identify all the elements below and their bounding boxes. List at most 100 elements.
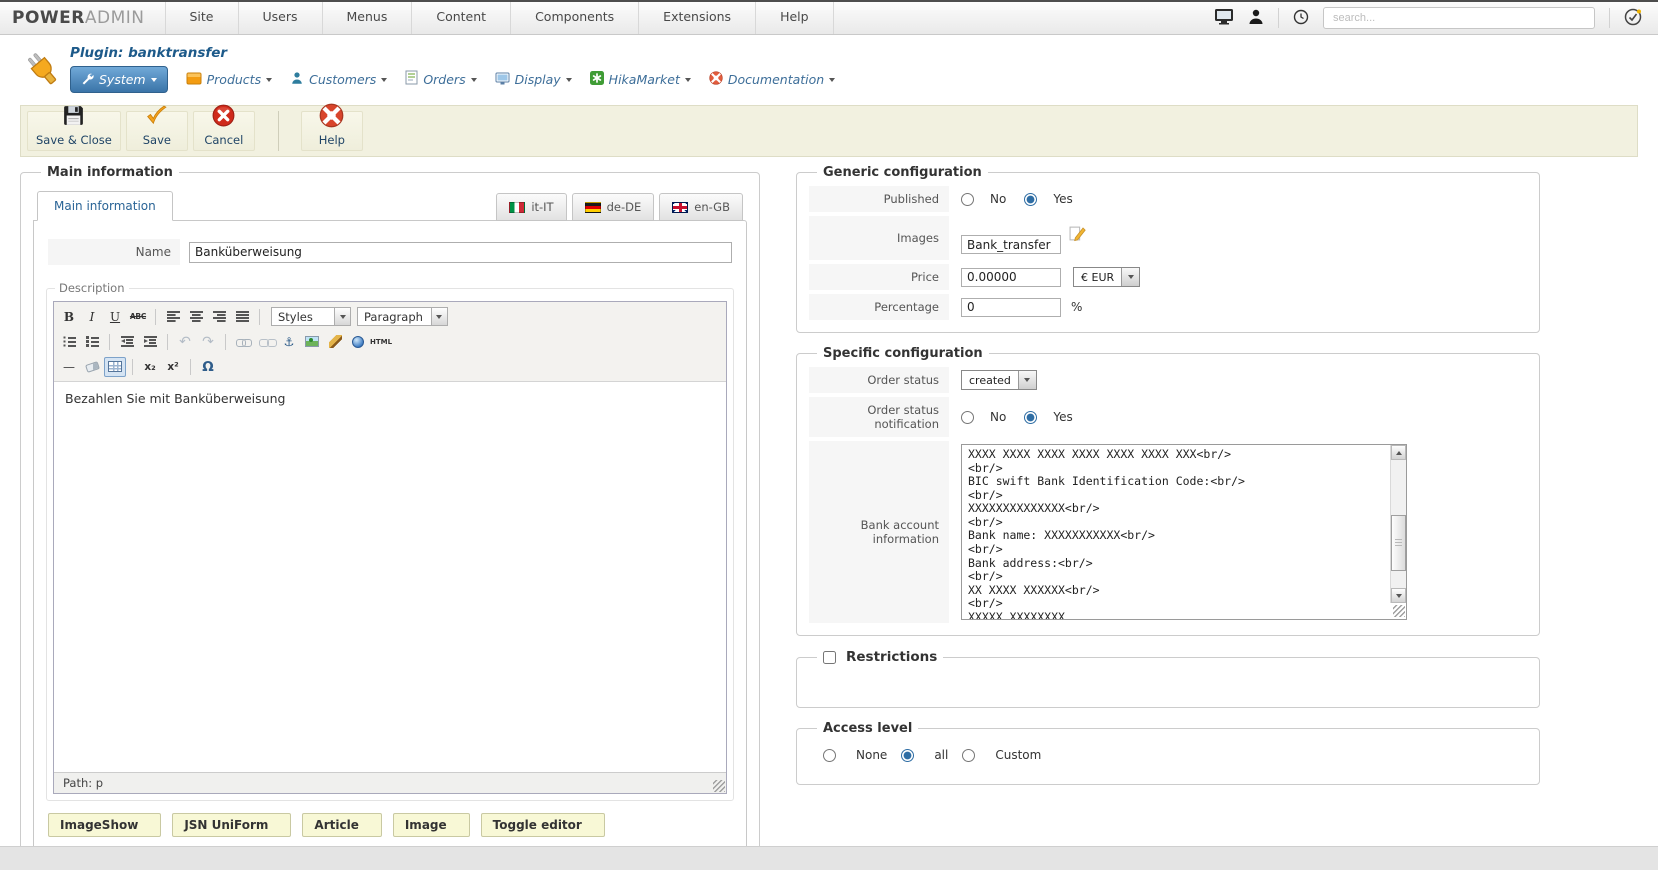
horizontal-rule-button[interactable]: — bbox=[58, 357, 80, 377]
subscript-button[interactable]: x₂ bbox=[139, 357, 161, 377]
redo-button[interactable]: ↷ bbox=[197, 332, 219, 352]
tab-lang-de[interactable]: de-DE bbox=[572, 193, 655, 221]
top-menu-content[interactable]: Content bbox=[412, 2, 511, 34]
chevron-down-icon bbox=[471, 78, 477, 82]
bullet-list-button[interactable] bbox=[58, 332, 80, 352]
access-none-radio[interactable] bbox=[823, 749, 836, 762]
bold-button[interactable]: B bbox=[58, 307, 80, 327]
price-input[interactable] bbox=[961, 268, 1061, 287]
tab-lang-gb[interactable]: en-GB bbox=[659, 193, 743, 221]
align-center-button[interactable] bbox=[185, 307, 207, 327]
menu-documentation[interactable]: Documentation bbox=[709, 70, 835, 89]
percentage-input[interactable] bbox=[961, 298, 1061, 317]
editor-content[interactable]: Bezahlen Sie mit Banküberweisung bbox=[54, 382, 726, 772]
bank-info-textarea[interactable]: XXXX XXXX XXXX XXXX XXXX XXXX XXX<br/> <… bbox=[961, 444, 1407, 620]
notification-yes-radio[interactable] bbox=[1024, 411, 1037, 424]
editor-help-button[interactable] bbox=[347, 332, 369, 352]
menu-customers[interactable]: Customers bbox=[290, 70, 387, 89]
germany-flag-icon bbox=[585, 202, 601, 213]
align-left-button[interactable] bbox=[162, 307, 184, 327]
bottom-strip bbox=[0, 846, 1658, 870]
access-custom-radio[interactable] bbox=[962, 749, 975, 762]
justify-button[interactable] bbox=[231, 307, 253, 327]
indent-button[interactable] bbox=[139, 332, 161, 352]
remove-format-button[interactable] bbox=[81, 357, 103, 377]
html-source-button[interactable]: HTML bbox=[370, 332, 392, 352]
notification-no-radio[interactable] bbox=[961, 411, 974, 424]
user-menu-button[interactable] bbox=[1248, 9, 1264, 28]
menu-display[interactable]: Display bbox=[495, 70, 572, 89]
toolbar-separator bbox=[190, 359, 191, 375]
preview-site-button[interactable] bbox=[1214, 8, 1234, 28]
top-menu-components[interactable]: Components bbox=[511, 2, 639, 34]
insert-image-button[interactable] bbox=[301, 332, 323, 352]
person-icon bbox=[290, 70, 304, 89]
superscript-button[interactable]: x² bbox=[162, 357, 184, 377]
scrollbar-thumb[interactable] bbox=[1391, 515, 1406, 571]
special-char-button[interactable]: Ω bbox=[197, 357, 219, 377]
cancel-button[interactable]: Cancel bbox=[193, 111, 255, 151]
menu-hikamarket[interactable]: HikaMarket bbox=[590, 70, 691, 89]
top-menu-users[interactable]: Users bbox=[239, 2, 323, 34]
published-yes-radio[interactable] bbox=[1024, 193, 1037, 206]
unlink-button[interactable] bbox=[255, 332, 277, 352]
toggle-editor-button[interactable]: Toggle editor bbox=[481, 813, 605, 837]
save-button[interactable]: Save bbox=[126, 111, 188, 151]
recent-button[interactable] bbox=[1293, 9, 1309, 28]
images-input[interactable] bbox=[961, 235, 1061, 254]
jsn-uniform-button[interactable]: JSN UniForm bbox=[172, 813, 291, 837]
top-menu: Site Users Menus Content Components Exte… bbox=[165, 2, 834, 34]
top-menu-menus[interactable]: Menus bbox=[323, 2, 413, 34]
access-all-radio[interactable] bbox=[901, 749, 914, 762]
bank-info-row: Bank account information XXXX XXXX XXXX … bbox=[809, 441, 1527, 623]
save-close-button[interactable]: Save & Close bbox=[27, 111, 121, 151]
scrollbar-track[interactable] bbox=[1391, 460, 1406, 588]
status-check-button[interactable] bbox=[1624, 8, 1642, 29]
chevron-down-icon bbox=[340, 315, 346, 319]
tab-lang-it[interactable]: it-IT bbox=[496, 193, 566, 221]
textarea-resize-grip[interactable] bbox=[1393, 605, 1405, 617]
published-no-radio[interactable] bbox=[961, 193, 974, 206]
table-button[interactable] bbox=[104, 357, 126, 377]
currency-select-arrow bbox=[1121, 268, 1139, 286]
menu-products[interactable]: Products bbox=[186, 70, 272, 89]
top-menu-site[interactable]: Site bbox=[165, 2, 239, 34]
imageshow-button[interactable]: ImageShow bbox=[48, 813, 161, 837]
styles-select[interactable]: Styles bbox=[271, 307, 351, 326]
restrictions-body bbox=[809, 671, 1527, 695]
align-right-button[interactable] bbox=[208, 307, 230, 327]
restrictions-checkbox[interactable] bbox=[823, 651, 836, 664]
top-menu-extensions[interactable]: Extensions bbox=[639, 2, 756, 34]
undo-button[interactable]: ↶ bbox=[174, 332, 196, 352]
top-menu-help[interactable]: Help bbox=[756, 2, 834, 34]
image-button[interactable]: Image bbox=[393, 813, 470, 837]
editor-resize-grip[interactable] bbox=[713, 780, 725, 792]
article-button[interactable]: Article bbox=[302, 813, 381, 837]
scroll-down-button[interactable] bbox=[1391, 588, 1406, 603]
published-row: Published No Yes bbox=[809, 186, 1527, 212]
scroll-up-button[interactable] bbox=[1391, 445, 1406, 460]
percentage-row: Percentage % bbox=[809, 294, 1527, 320]
insert-link-button[interactable] bbox=[232, 332, 254, 352]
menu-system[interactable]: System bbox=[70, 66, 168, 93]
numbered-list-button[interactable] bbox=[81, 332, 103, 352]
edit-pencil-icon[interactable] bbox=[1069, 225, 1086, 245]
bank-info-label: Bank account information bbox=[809, 441, 949, 623]
menu-orders[interactable]: Orders bbox=[405, 70, 476, 89]
underline-button[interactable]: U bbox=[104, 307, 126, 327]
strikethrough-button[interactable]: ABC bbox=[127, 307, 149, 327]
tab-main-information[interactable]: Main information bbox=[37, 191, 173, 221]
access-none-label: None bbox=[856, 748, 887, 762]
paragraph-select[interactable]: Paragraph bbox=[357, 307, 448, 326]
outdent-button[interactable] bbox=[116, 332, 138, 352]
name-input[interactable] bbox=[189, 242, 732, 263]
search-input[interactable] bbox=[1323, 7, 1595, 29]
textarea-scrollbar[interactable] bbox=[1390, 445, 1406, 603]
anchor-button[interactable]: ⚓ bbox=[278, 332, 300, 352]
cleanup-button[interactable] bbox=[324, 332, 346, 352]
italic-button[interactable]: I bbox=[81, 307, 103, 327]
currency-select[interactable]: € EUR bbox=[1073, 267, 1140, 287]
help-button[interactable]: Help bbox=[301, 111, 363, 151]
order-status-select[interactable]: created bbox=[961, 370, 1037, 390]
page-title: Plugin: banktransfer bbox=[70, 45, 835, 61]
